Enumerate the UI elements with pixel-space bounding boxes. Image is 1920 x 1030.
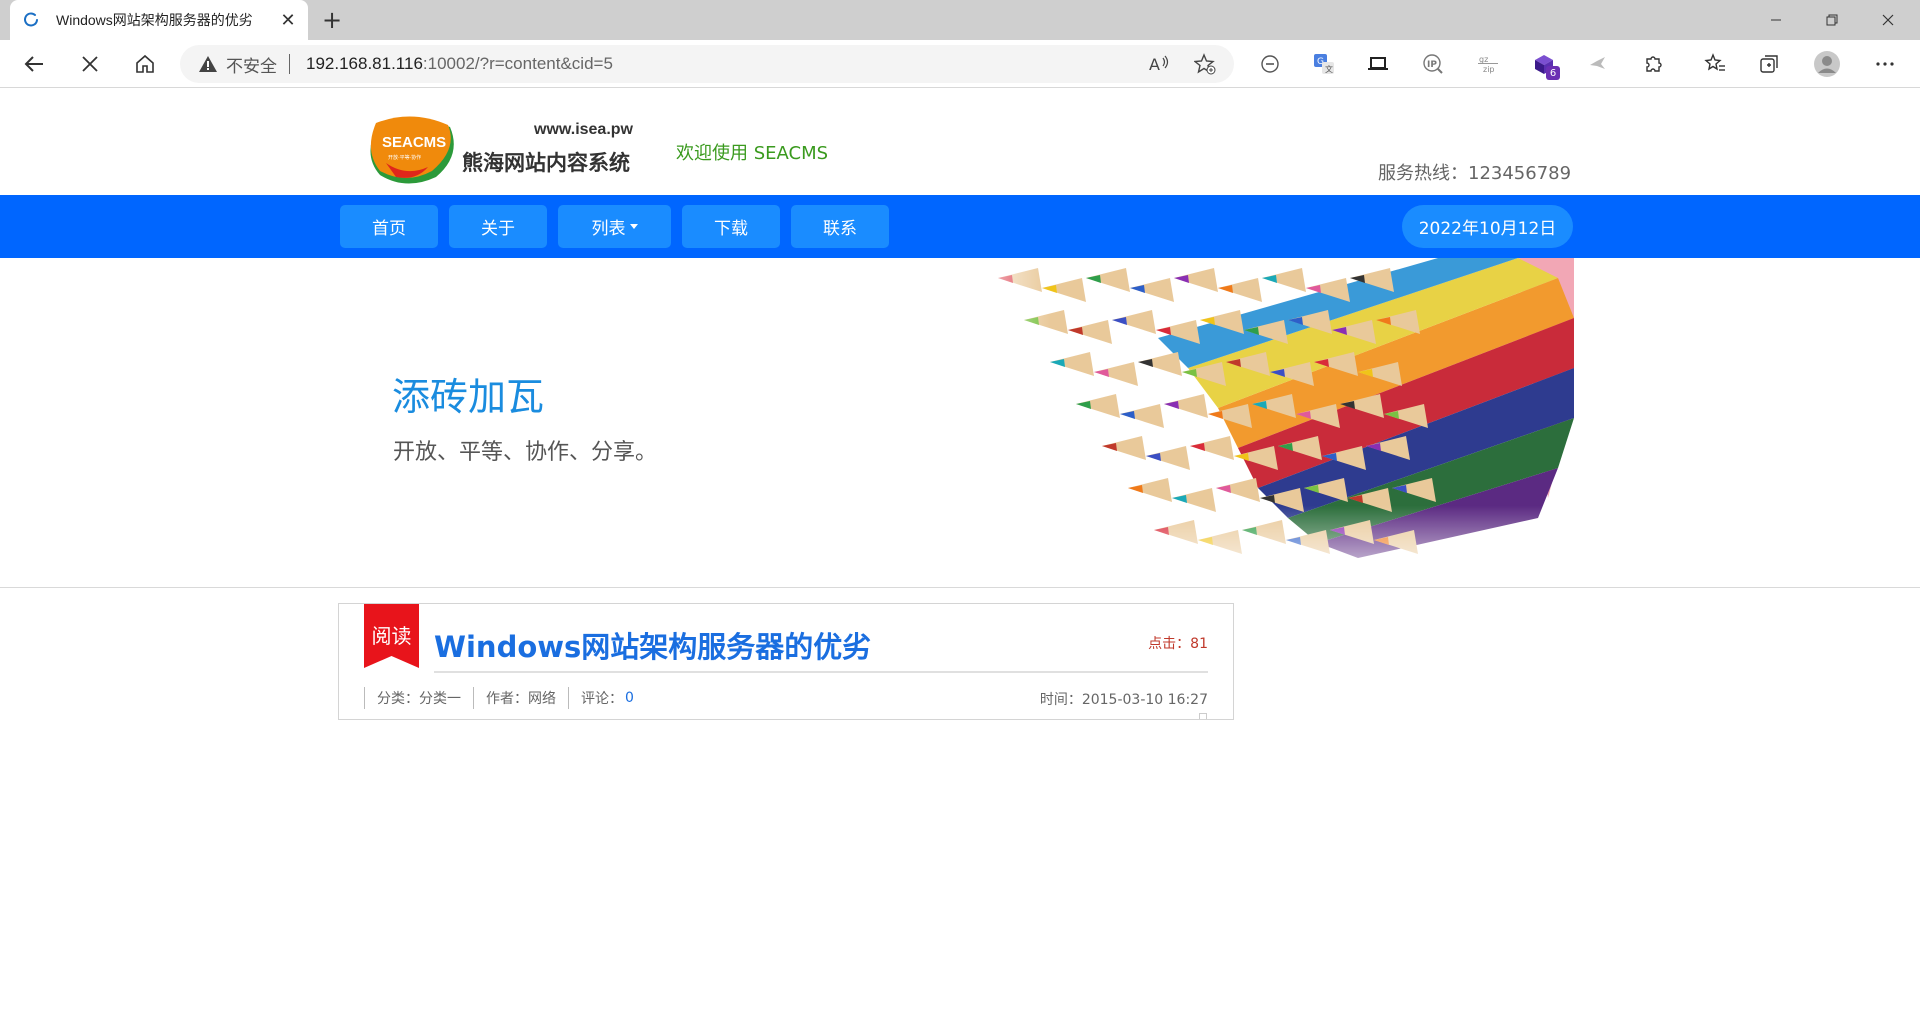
profile-button[interactable]	[1811, 48, 1843, 80]
laptop-icon	[1368, 57, 1388, 70]
article-author: 作者：网络	[473, 687, 568, 709]
ip-icon: IP	[1423, 54, 1443, 74]
device-extension[interactable]	[1362, 48, 1394, 80]
nav-about[interactable]: 关于	[449, 205, 547, 248]
gzip-extension[interactable]: gz zip	[1472, 48, 1504, 80]
arrow-left-icon	[24, 56, 43, 72]
security-status-label[interactable]: 不安全	[226, 52, 277, 77]
zoom-out-button[interactable]	[1254, 48, 1286, 80]
article-hit-count: 点击：81	[1148, 636, 1208, 652]
close-icon	[82, 56, 98, 72]
svg-text:文: 文	[1325, 64, 1333, 74]
restore-icon	[1826, 14, 1838, 26]
svg-text:gz: gz	[1479, 55, 1488, 64]
puzzle-icon	[1646, 56, 1662, 72]
resize-handle	[1199, 713, 1207, 719]
main-navigation: 首页 关于 列表 下载 联系 2022年10月12日	[0, 195, 1920, 258]
extension-badge: 6	[1546, 66, 1560, 80]
site-logo[interactable]: SEACMS 开放·平等·协作 www.isea.pw 熊海网站内容系统	[366, 107, 646, 184]
extensions-button[interactable]	[1637, 48, 1669, 80]
article-category[interactable]: 分类：分类一	[364, 687, 473, 709]
loading-spinner-icon	[24, 12, 38, 27]
logo-url-text: www.isea.pw	[534, 121, 633, 138]
avatar-icon	[1814, 51, 1840, 77]
more-menu-button[interactable]	[1869, 48, 1901, 80]
banner-title: 添砖加瓦	[392, 375, 545, 419]
bird-icon	[1590, 57, 1605, 69]
translate-extension[interactable]: G文	[1308, 48, 1340, 80]
browser-tab-strip: Windows网站架构服务器的优劣 ✕ +	[0, 0, 1920, 40]
restore-button[interactable]	[1804, 0, 1860, 40]
svg-text:开放·平等·协作: 开放·平等·协作	[388, 154, 421, 161]
new-tab-button[interactable]: +	[318, 6, 346, 34]
article-timestamp: 时间：2015-03-10 16:27	[1039, 692, 1208, 708]
close-window-button[interactable]	[1860, 0, 1916, 40]
collections-icon	[1760, 55, 1778, 73]
minimize-icon	[1771, 19, 1781, 21]
more-icon	[1876, 62, 1894, 66]
caret-down-icon	[629, 224, 638, 229]
svg-text:SEACMS: SEACMS	[382, 134, 446, 151]
stop-loading-button[interactable]	[74, 48, 106, 80]
nav-home[interactable]: 首页	[340, 205, 438, 248]
nav-contact-label: 联系	[823, 219, 857, 239]
add-favorite-icon[interactable]	[1194, 53, 1216, 75]
gzip-icon: gzzip	[1478, 55, 1498, 74]
ip-extension[interactable]: IP	[1417, 48, 1449, 80]
nav-contact[interactable]: 联系	[791, 205, 889, 248]
home-button[interactable]	[129, 48, 161, 80]
minimize-button[interactable]	[1748, 0, 1804, 40]
favorites-button[interactable]	[1699, 48, 1731, 80]
web-page: SEACMS 开放·平等·协作 www.isea.pw 熊海网站内容系统 欢迎使…	[0, 89, 1920, 1030]
colored-pencils-image	[958, 258, 1574, 587]
favorites-icon	[1704, 53, 1725, 71]
cube-extension[interactable]: 6	[1528, 48, 1560, 80]
read-aloud-icon[interactable]: A	[1148, 54, 1170, 74]
svg-text:IP: IP	[1427, 60, 1437, 70]
article-title[interactable]: Windows网站架构服务器的优劣	[434, 624, 871, 666]
address-toolbar: 不安全 192.168.81.116 :10002/?r=content&cid…	[0, 40, 1920, 88]
nav-home-label: 首页	[372, 219, 406, 239]
seacms-logo-icon: SEACMS 开放·平等·协作	[370, 116, 454, 184]
welcome-text: 欢迎使用 SEACMS	[676, 143, 829, 164]
logo-site-name: 熊海网站内容系统	[462, 151, 630, 175]
browser-tab-active[interactable]: Windows网站架构服务器的优劣 ✕	[10, 0, 308, 40]
url-field[interactable]: 不安全 192.168.81.116 :10002/?r=content&cid…	[180, 45, 1234, 83]
banner-subtitle: 开放、平等、协作、分享。	[393, 440, 658, 465]
nav-download-label: 下载	[714, 219, 748, 239]
nav-list-label: 列表	[591, 219, 626, 239]
ribbon-label: 阅读	[371, 624, 412, 648]
home-icon	[136, 54, 154, 73]
warning-icon[interactable]	[198, 55, 218, 73]
nav-list-dropdown[interactable]: 列表	[558, 205, 671, 248]
collections-button[interactable]	[1753, 48, 1785, 80]
tab-title: Windows网站架构服务器的优劣	[56, 12, 253, 28]
url-host: 192.168.81.116	[306, 54, 423, 73]
minus-circle-icon	[1261, 55, 1279, 73]
translate-icon: G文	[1314, 54, 1334, 74]
back-button[interactable]	[18, 48, 50, 80]
site-header: SEACMS 开放·平等·协作 www.isea.pw 熊海网站内容系统 欢迎使…	[0, 89, 1920, 195]
bird-extension[interactable]	[1582, 48, 1614, 80]
service-hotline: 服务热线：123456789	[1378, 163, 1572, 184]
hero-banner: 添砖加瓦 开放、平等、协作、分享。	[0, 258, 1920, 588]
title-divider	[434, 671, 1208, 673]
article-card: 阅读 Windows网站架构服务器的优劣 点击：81 分类：分类一 作者：网络 …	[338, 603, 1234, 720]
current-date-badge: 2022年10月12日	[1402, 205, 1573, 248]
url-separator	[289, 54, 290, 74]
comment-count[interactable]: 0	[625, 690, 634, 706]
close-icon	[1882, 14, 1894, 26]
article-comments[interactable]: 评论： 0	[568, 687, 646, 709]
tab-close-icon[interactable]: ✕	[278, 10, 298, 31]
svg-text:A: A	[1149, 55, 1160, 74]
nav-download[interactable]: 下载	[682, 205, 780, 248]
article-meta: 分类：分类一 作者：网络 评论： 0	[364, 687, 646, 709]
url-path: :10002/?r=content&cid=5	[422, 54, 613, 73]
svg-text:zip: zip	[1483, 65, 1495, 74]
nav-about-label: 关于	[481, 219, 515, 239]
